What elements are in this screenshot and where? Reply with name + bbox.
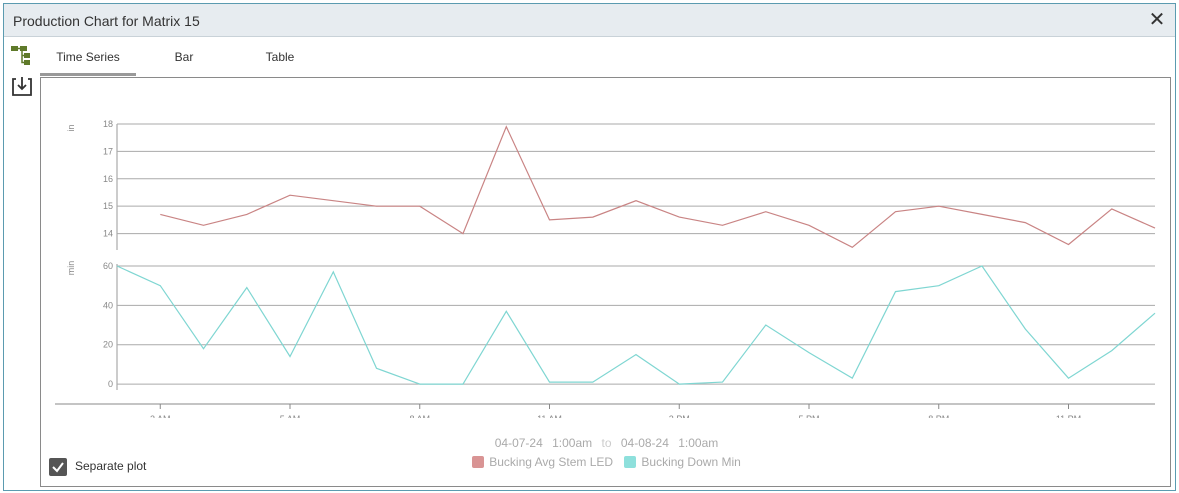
data-point xyxy=(851,377,853,379)
y-tick-label: 18 xyxy=(103,119,113,129)
x-tick-label: 2 AM xyxy=(150,414,171,418)
data-point xyxy=(981,265,983,267)
hierarchy-icon[interactable] xyxy=(10,44,34,68)
y-axis-label: min xyxy=(66,261,76,276)
data-point xyxy=(548,219,550,221)
download-icon[interactable] xyxy=(10,76,34,100)
data-point xyxy=(289,194,291,196)
from-date: 04-07-24 xyxy=(494,436,543,450)
data-point xyxy=(202,347,204,349)
series-line xyxy=(116,265,1156,385)
y-tick-label: 17 xyxy=(103,146,113,156)
data-point xyxy=(1111,208,1113,210)
data-point xyxy=(981,213,983,215)
x-tick-label: 8 AM xyxy=(409,414,430,418)
tab-time-series[interactable]: Time Series xyxy=(40,48,136,76)
data-point xyxy=(202,224,204,226)
data-point xyxy=(462,383,464,385)
y-tick-label: 14 xyxy=(103,229,113,239)
series-line xyxy=(160,125,1156,249)
tab-bar[interactable]: Bar xyxy=(136,48,232,76)
data-point xyxy=(505,126,507,128)
data-point xyxy=(1024,221,1026,223)
data-point xyxy=(678,383,680,385)
legend-item-down[interactable]: Bucking Down Min xyxy=(624,455,741,469)
data-point xyxy=(159,284,161,286)
side-toolbar xyxy=(10,44,36,108)
x-tick-label: 5 PM xyxy=(798,414,819,418)
data-point xyxy=(765,210,767,212)
legend-label-down: Bucking Down Min xyxy=(641,455,741,469)
y-tick-label: 0 xyxy=(108,379,113,389)
x-tick-label: 11 PM xyxy=(1056,414,1081,418)
data-point xyxy=(938,205,940,207)
data-point xyxy=(765,324,767,326)
data-point xyxy=(462,232,464,234)
window-title: Production Chart for Matrix 15 xyxy=(13,13,200,29)
legend-swatch-down xyxy=(624,456,637,468)
data-point xyxy=(116,265,118,267)
data-point xyxy=(721,381,723,383)
data-point xyxy=(894,290,896,292)
legend-item-stem[interactable]: Bucking Avg Stem LED xyxy=(472,455,613,469)
data-point xyxy=(1111,349,1113,351)
data-point xyxy=(592,381,594,383)
legend-swatch-stem xyxy=(472,456,485,468)
data-point xyxy=(894,210,896,212)
chart-legend: Bucking Avg Stem LED Bucking Down Min xyxy=(41,455,1172,469)
chart-svg: 14 15 16 17 18 in 0 20 40 60 min 2 AM 5 AM 8 AM 11 AM 2… xyxy=(55,119,1156,418)
x-tick-label: 8 PM xyxy=(928,414,949,418)
close-icon[interactable]: ✕ xyxy=(1147,10,1167,30)
y-tick-label: 60 xyxy=(103,261,113,271)
data-point xyxy=(635,353,637,355)
y-tick-label: 16 xyxy=(103,174,113,184)
from-time: 1:00am xyxy=(552,436,593,450)
data-point xyxy=(1154,227,1156,229)
data-point xyxy=(592,216,594,218)
data-point xyxy=(635,199,637,201)
data-point xyxy=(721,224,723,226)
data-point xyxy=(419,205,421,207)
data-point xyxy=(808,351,810,353)
data-point xyxy=(1024,328,1026,330)
to-date: 04-08-24 xyxy=(620,436,669,450)
data-point xyxy=(1154,312,1156,314)
x-tick-label: 11 AM xyxy=(537,414,562,418)
data-point xyxy=(332,199,334,201)
data-point xyxy=(246,213,248,215)
chart-panel: 14 15 16 17 18 in 0 20 40 60 min 2 AM 5 AM 8 AM 11 AM 2… xyxy=(40,77,1171,487)
to-time: 1:00am xyxy=(678,436,719,450)
tab-table[interactable]: Table xyxy=(232,48,328,76)
data-point xyxy=(505,310,507,312)
data-point xyxy=(332,271,334,273)
y-tick-label: 15 xyxy=(103,201,113,211)
date-range: 04-07-24 1:00am to 04-08-24 1:00am xyxy=(41,436,1172,450)
separate-plot-checkbox[interactable] xyxy=(49,458,67,476)
data-point xyxy=(1067,243,1069,245)
data-point xyxy=(159,213,161,215)
y-tick-label: 20 xyxy=(103,340,113,350)
data-point xyxy=(1067,377,1069,379)
separate-plot-label: Separate plot xyxy=(75,459,147,474)
title-bar: Production Chart for Matrix 15 ✕ xyxy=(4,4,1175,37)
y-tick-label: 40 xyxy=(103,300,113,310)
data-point xyxy=(419,383,421,385)
data-point xyxy=(246,286,248,288)
chart-window: Production Chart for Matrix 15 ✕ Time Se… xyxy=(3,3,1176,491)
y-axis-label: in xyxy=(66,124,76,131)
data-point xyxy=(375,205,377,207)
separate-plot-toggle[interactable]: Separate plot xyxy=(49,458,146,476)
legend-label-stem: Bucking Avg Stem LED xyxy=(489,455,614,469)
data-point xyxy=(851,246,853,248)
data-point xyxy=(678,216,680,218)
data-point xyxy=(548,381,550,383)
to-word: to xyxy=(601,436,612,450)
x-tick-label: 2 PM xyxy=(669,414,690,418)
data-point xyxy=(938,284,940,286)
data-point xyxy=(375,367,377,369)
x-tick-label: 5 AM xyxy=(280,414,301,418)
data-point xyxy=(808,224,810,226)
data-point xyxy=(289,355,291,357)
